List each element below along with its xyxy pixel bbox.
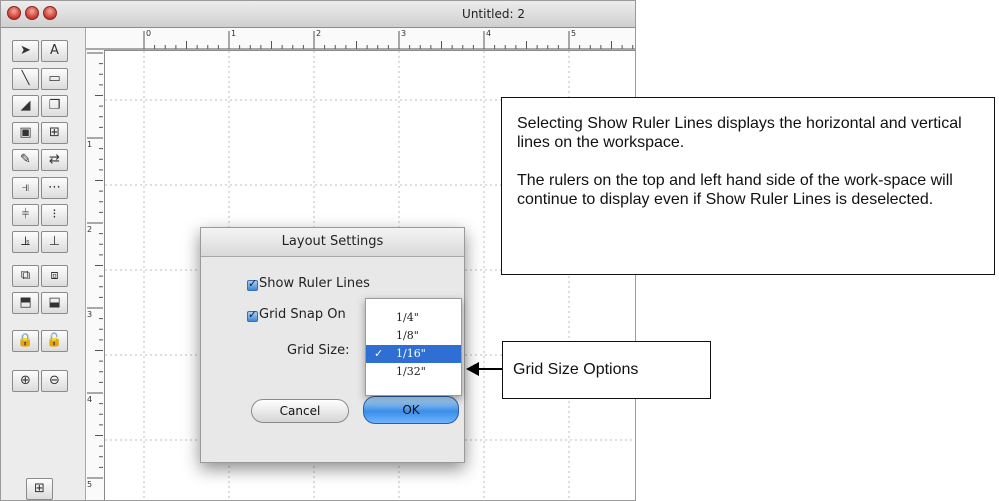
cancel-button[interactable]: Cancel xyxy=(251,399,349,423)
ruler-top-ticks xyxy=(86,31,635,50)
grid-snap-checkbox[interactable] xyxy=(247,308,258,322)
send-back-tool-button[interactable]: ⬓ xyxy=(41,292,68,314)
select-arrow-icon: ➤ xyxy=(20,43,31,58)
color-tool-icon: ✎ xyxy=(20,152,31,167)
align-bottom-tool-button[interactable]: ⫡ xyxy=(12,231,39,253)
align-center-h-tool-button[interactable]: ⋯ xyxy=(41,177,68,199)
bring-forward-tool-button[interactable]: ⧉ xyxy=(12,265,39,287)
window-title: Untitled: 2 xyxy=(462,7,525,21)
line-tool-tool-button[interactable]: ╲ xyxy=(12,68,39,90)
zoom-in-tool-button[interactable]: ⊕ xyxy=(12,370,39,392)
ruler-number: 0 xyxy=(146,29,152,38)
grid-option[interactable]: 1/8" xyxy=(366,327,461,345)
ruler-number: 4 xyxy=(486,29,492,38)
ruler-top: 0 1 2 3 4 5 xyxy=(86,28,635,51)
grid-size-callout: Grid Size Options xyxy=(502,341,711,399)
ruler-number: 3 xyxy=(87,310,93,319)
annotation-paragraph: The rulers on the top and left hand side… xyxy=(517,172,953,208)
stamp-tool-tool-button[interactable]: ◢ xyxy=(12,95,39,117)
ruler-number: 3 xyxy=(401,29,407,38)
send-back-icon: ⬓ xyxy=(48,295,61,310)
image-tool-icon: ▣ xyxy=(19,125,32,140)
ruler-number: 2 xyxy=(87,225,93,234)
ruler-number: 2 xyxy=(316,29,322,38)
grid-icon: ⊞ xyxy=(34,481,45,496)
align-left-icon: ⫣ xyxy=(21,180,30,195)
bring-front-icon: ⬒ xyxy=(19,295,32,310)
grid-snap-label: Grid Snap On xyxy=(259,307,346,322)
color-tool-tool-button[interactable]: ✎ xyxy=(12,149,39,171)
lock-tool-button[interactable]: 🔒 xyxy=(12,330,39,352)
ok-button[interactable]: OK xyxy=(363,396,459,424)
link-tool-tool-button[interactable]: ⇄ xyxy=(41,149,68,171)
send-backward-icon: ⧈ xyxy=(50,268,59,283)
unlock-tool-button[interactable]: 🔓 xyxy=(41,330,68,352)
annotation-box: Selecting Show Ruler Lines displays the … xyxy=(501,97,995,275)
ruler-number: 1 xyxy=(87,140,93,149)
table-tool-tool-button[interactable]: ⊞ xyxy=(41,122,68,144)
grid-size-label: Grid Size: xyxy=(287,343,350,358)
grid-option-selected[interactable]: ✓ 1/16" xyxy=(366,345,461,363)
annotation-paragraph: Selecting Show Ruler Lines displays the … xyxy=(517,115,962,151)
bring-forward-icon: ⧉ xyxy=(20,268,31,283)
grid-size-menu: 1/4" 1/8" ✓ 1/16" 1/32" xyxy=(365,298,462,396)
grid-tool-button[interactable]: ⊞ xyxy=(26,478,53,500)
copy-tool-tool-button[interactable]: ❐ xyxy=(41,95,68,117)
send-backward-tool-button[interactable]: ⧈ xyxy=(41,265,68,287)
ruler-number: 4 xyxy=(87,395,93,404)
ruler-left-ticks xyxy=(87,52,103,479)
align-center-v-icon: ⁝ xyxy=(52,207,57,222)
grid-option[interactable]: 1/4" xyxy=(366,309,461,327)
ruler-number: 5 xyxy=(87,480,93,489)
show-ruler-lines-checkbox[interactable] xyxy=(247,277,258,291)
title-bar: Untitled: 2 xyxy=(1,1,635,28)
align-bottom-row-tool-button[interactable]: ⊥ xyxy=(41,231,68,253)
align-center-h-icon: ⋯ xyxy=(48,180,61,195)
ruler-left: 1 2 3 4 5 xyxy=(86,50,105,500)
rectangle-tool-tool-button[interactable]: ▭ xyxy=(41,68,68,90)
text-tool-tool-button[interactable]: A xyxy=(41,40,68,62)
zoom-in-icon: ⊕ xyxy=(20,373,31,388)
bring-front-tool-button[interactable]: ⬒ xyxy=(12,292,39,314)
copy-tool-icon: ❐ xyxy=(48,98,61,113)
align-middle-icon: ⫩ xyxy=(21,207,30,222)
zoom-out-icon: ⊖ xyxy=(49,373,60,388)
zoom-out-tool-button[interactable]: ⊖ xyxy=(41,370,68,392)
stamp-tool-icon: ◢ xyxy=(20,98,31,113)
show-ruler-lines-label: Show Ruler Lines xyxy=(259,276,370,291)
align-bottom-icon: ⫡ xyxy=(21,234,30,249)
table-tool-icon: ⊞ xyxy=(49,125,60,140)
grid-option-label: 1/8" xyxy=(396,329,419,342)
text-tool-icon: A xyxy=(50,43,59,58)
link-tool-icon: ⇄ xyxy=(49,152,60,167)
align-left-tool-button[interactable]: ⫣ xyxy=(12,177,39,199)
align-center-v-tool-button[interactable]: ⁝ xyxy=(41,204,68,226)
grid-option-label: 1/32" xyxy=(396,365,426,378)
image-tool-tool-button[interactable]: ▣ xyxy=(12,122,39,144)
grid-option[interactable]: 1/32" xyxy=(366,363,461,381)
lock-icon: 🔒 xyxy=(17,333,34,348)
line-tool-icon: ╲ xyxy=(21,71,30,86)
arrow-line xyxy=(478,368,502,370)
dialog-title: Layout Settings xyxy=(201,228,464,257)
ruler-number: 1 xyxy=(231,29,237,38)
grid-option-label: 1/16" xyxy=(396,347,426,360)
ruler-number: 5 xyxy=(571,29,577,38)
checkmark-icon: ✓ xyxy=(374,347,384,360)
align-middle-tool-button[interactable]: ⫩ xyxy=(12,204,39,226)
align-bottom-row-icon: ⊥ xyxy=(48,234,61,249)
rectangle-tool-icon: ▭ xyxy=(48,71,61,86)
grid-option-label: 1/4" xyxy=(396,311,419,324)
unlock-icon: 🔓 xyxy=(46,333,63,348)
select-arrow-tool-button[interactable]: ➤ xyxy=(12,40,39,62)
